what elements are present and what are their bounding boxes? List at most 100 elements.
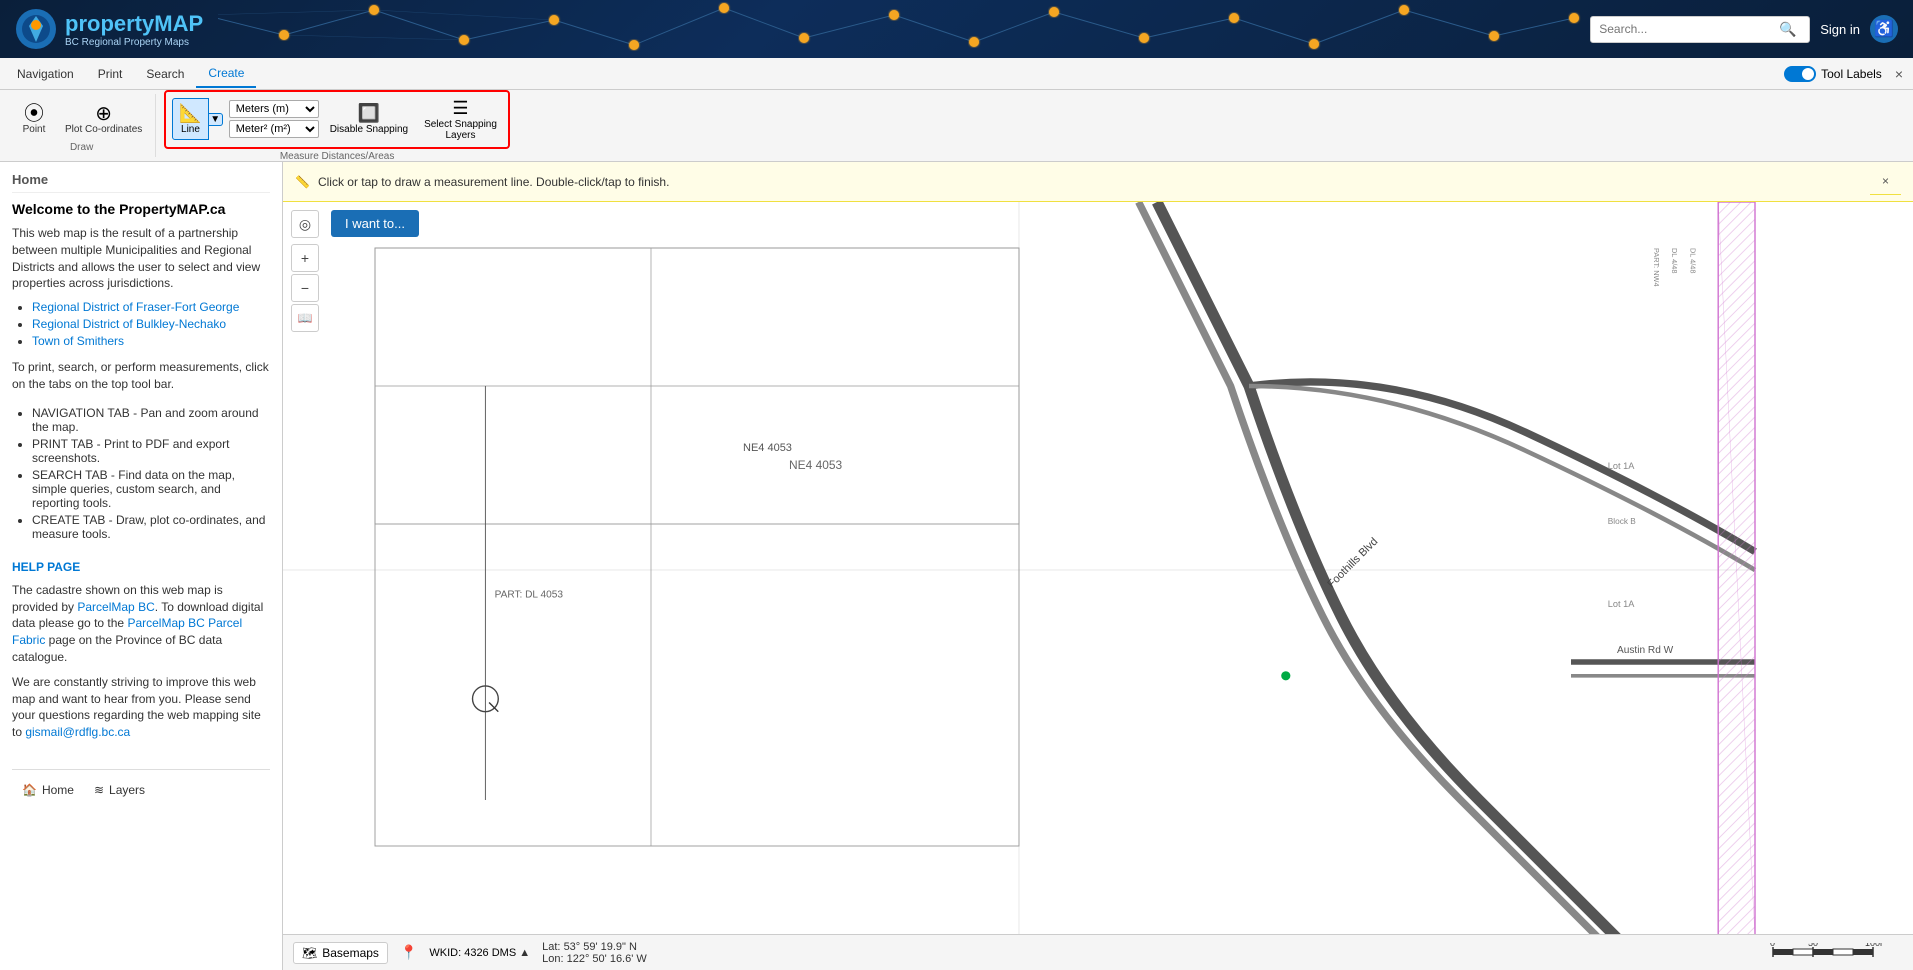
point-icon: ⦿: [24, 104, 44, 124]
tab-navigation[interactable]: Navigation: [5, 61, 86, 87]
home-icon: 🏠: [22, 783, 37, 797]
plot-coordinates-icon: ⊕: [95, 104, 112, 124]
select-snapping-layers-button[interactable]: ☰ Select Snapping Layers: [419, 96, 502, 143]
map-status-bar: 🗺 Basemaps 📍 WKID: 4326 DMS ▲ Lat: 53° 5…: [283, 934, 1913, 970]
accessibility-button[interactable]: ♿: [1870, 15, 1898, 43]
sidebar-description: This web map is the result of a partners…: [12, 225, 270, 292]
svg-text:Austin Rd W: Austin Rd W: [1617, 645, 1674, 656]
map-canvas[interactable]: ◎ + − 📖 I want to... ‹: [283, 202, 1913, 938]
tool-labels-text: Tool Labels: [1821, 67, 1882, 81]
list-item: PRINT TAB - Print to PDF and export scre…: [32, 437, 270, 465]
svg-text:PART: DL 4053: PART: DL 4053: [495, 590, 564, 601]
point-button[interactable]: ⦿ Point: [14, 99, 54, 140]
area-units-select[interactable]: Meter² (m²) Kilometer² (km²) Feet² (ft²): [229, 120, 319, 138]
line-dropdown-arrow[interactable]: ▼: [209, 113, 223, 126]
sidebar: Home Welcome to the PropertyMAP.ca This …: [0, 162, 283, 970]
search-input[interactable]: [1599, 22, 1779, 36]
list-item: SEARCH TAB - Find data on the map, simpl…: [32, 468, 270, 510]
basemaps-button[interactable]: 🗺 Basemaps: [293, 942, 388, 964]
sidebar-home-label: Home: [42, 783, 74, 797]
signin-button[interactable]: Sign in: [1820, 22, 1860, 37]
tool-ribbon: ⦿ Point ⊕ Plot Co-ordinates Draw 📐 Line …: [0, 90, 1913, 162]
line-btn-group: 📐 Line ▼: [172, 98, 222, 140]
header-network: [218, 0, 1590, 58]
tool-labels-toggle: Tool Labels: [1784, 66, 1882, 82]
scale-bar: 0 50 100m: [1763, 947, 1883, 959]
scale-bar-svg: 0 50 100m: [1763, 943, 1883, 959]
tab-print[interactable]: Print: [86, 61, 135, 87]
point-label: Point: [23, 124, 46, 135]
sidebar-layers-button[interactable]: ≋ Layers: [84, 778, 155, 802]
wkid-icon: 📍: [400, 944, 417, 961]
sidebar-footer: 🏠 Home ≋ Layers: [12, 769, 270, 802]
tool-labels-switch[interactable]: [1784, 66, 1816, 82]
sidebar-layers-label: Layers: [109, 783, 145, 797]
search-icon: 🔍: [1779, 21, 1796, 38]
bookmark-button[interactable]: 📖: [291, 304, 319, 332]
svg-text:DL 4/48: DL 4/48: [1689, 248, 1698, 274]
toolbar-right: Tool Labels ×: [1784, 66, 1908, 82]
svg-text:Block B: Block B: [1608, 517, 1637, 526]
logo-title-colored: MAP: [154, 11, 203, 36]
select-snapping-label: Select Snapping Layers: [424, 119, 497, 141]
line-label: Line: [181, 124, 200, 135]
layers-icon: ≋: [94, 783, 104, 797]
plot-coordinates-button[interactable]: ⊕ Plot Co-ordinates: [58, 99, 149, 140]
parcelmap-fabric-link[interactable]: ParcelMap BC Parcel Fabric: [12, 616, 242, 647]
sidebar-links-list: Regional District of Fraser-Fort George …: [32, 300, 270, 351]
coords-display: Lat: 53° 59' 19.9" N Lon: 122° 50' 16.6'…: [542, 941, 647, 965]
link-bulkley-nechako[interactable]: Regional District of Bulkley-Nechako: [32, 317, 226, 331]
link-smithers[interactable]: Town of Smithers: [32, 334, 124, 348]
sidebar-home-button[interactable]: 🏠 Home: [12, 778, 84, 802]
header-logo: propertyMAP BC Regional Property Maps: [0, 8, 218, 50]
map-svg: NE4 4053 PART: DL 4053 Foothills Blvd Lo…: [283, 202, 1913, 938]
list-item: Town of Smithers: [32, 334, 270, 348]
svg-text:50: 50: [1808, 943, 1818, 948]
select-snapping-icon: ☰: [452, 98, 468, 119]
sidebar-home-title: Home: [12, 172, 270, 193]
logo-title-plain: property: [65, 11, 154, 36]
line-button[interactable]: 📐 Line: [172, 98, 208, 140]
logo-text: propertyMAP BC Regional Property Maps: [65, 11, 203, 48]
notification-close-button[interactable]: ×: [1870, 168, 1901, 195]
lon-label: Lon:: [542, 953, 563, 965]
network-svg: [218, 0, 1590, 58]
email-link[interactable]: gismail@rdflg.bc.ca: [25, 725, 130, 739]
logo-icon: [15, 8, 57, 50]
header-right: 🔍 Sign in ♿: [1590, 15, 1913, 43]
svg-text:Lot 1A: Lot 1A: [1608, 461, 1635, 471]
logo-subtitle: BC Regional Property Maps: [65, 37, 203, 48]
zoom-out-button[interactable]: −: [291, 274, 319, 302]
lon-value: 122° 50' 16.6' W: [567, 953, 647, 965]
draw-group-label: Draw: [70, 142, 93, 153]
help-page-link[interactable]: HELP PAGE: [12, 560, 270, 574]
svg-text:PART: NW4: PART: NW4: [1652, 248, 1661, 287]
search-box[interactable]: 🔍: [1590, 16, 1810, 43]
wkid-label: WKID: 4326 DMS ▲: [429, 947, 530, 959]
distance-units-select[interactable]: Meters (m) Kilometers (km) Feet (ft) Mil…: [229, 100, 319, 118]
link-fraser-fort-george[interactable]: Regional District of Fraser-Fort George: [32, 300, 239, 314]
line-icon: 📐: [179, 103, 201, 124]
svg-text:Lot 1A: Lot 1A: [1608, 599, 1635, 609]
toolbar: Navigation Print Search Create Tool Labe…: [0, 58, 1913, 90]
notification-bar: 📏 Click or tap to draw a measurement lin…: [283, 162, 1913, 202]
plot-coordinates-label: Plot Co-ordinates: [65, 124, 142, 135]
map-container[interactable]: 📏 Click or tap to draw a measurement lin…: [283, 162, 1913, 970]
measure-group-label: Measure Distances/Areas: [164, 151, 510, 162]
scale-bar-graphic: 0 50 100m: [1763, 947, 1883, 959]
tab-create[interactable]: Create: [196, 60, 256, 88]
locate-button[interactable]: ◎: [291, 210, 319, 238]
svg-text:NE4 4053: NE4 4053: [789, 458, 843, 472]
toolbar-close-button[interactable]: ×: [1890, 66, 1908, 82]
list-item: Regional District of Fraser-Fort George: [32, 300, 270, 314]
logo-title: propertyMAP: [65, 11, 203, 37]
notification-icon: 📏: [295, 175, 310, 189]
parcelmap-bc-link[interactable]: ParcelMap BC: [77, 600, 154, 614]
draw-group: ⦿ Point ⊕ Plot Co-ordinates Draw: [8, 94, 156, 157]
zoom-in-button[interactable]: +: [291, 244, 319, 272]
disable-snapping-button[interactable]: 🔲 Disable Snapping: [325, 101, 413, 137]
iwantto-button[interactable]: I want to...: [331, 210, 419, 237]
tab-search[interactable]: Search: [134, 61, 196, 87]
sidebar-instruction: To print, search, or perform measurement…: [12, 359, 270, 393]
measure-section: 📐 Line ▼ Meters (m) Kilometers (km) Feet…: [164, 90, 510, 149]
